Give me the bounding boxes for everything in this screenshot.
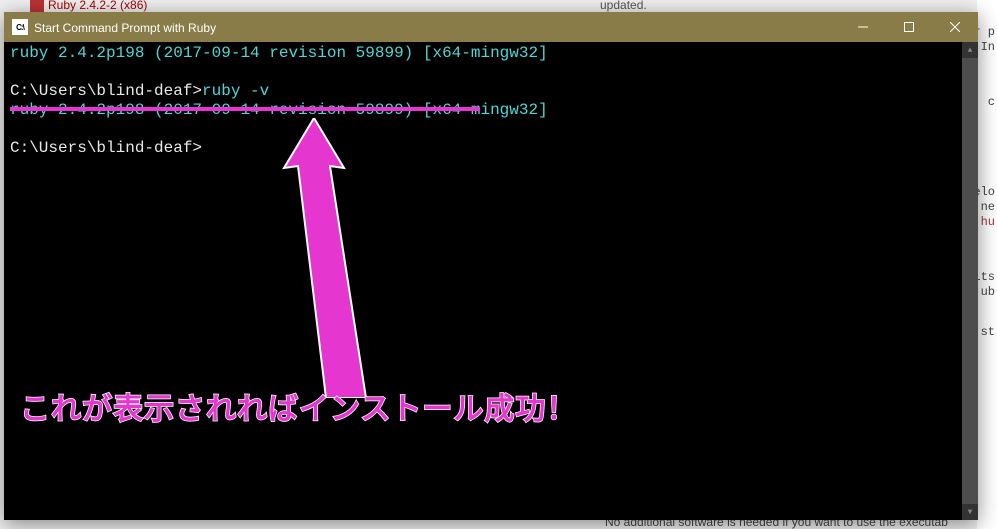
minimize-button[interactable] xyxy=(840,12,886,42)
terminal-prompt: C:\Users\blind-deaf> xyxy=(10,139,202,157)
bg-frag: elo xyxy=(977,185,995,199)
annotation-underline xyxy=(10,107,480,111)
background-updated-text: updated. xyxy=(600,0,647,12)
bg-frag: hu xyxy=(981,215,995,229)
window-controls xyxy=(840,12,978,42)
bg-frag: its xyxy=(977,270,995,284)
terminal-output-line: ruby 2.4.2p198 (2017-09-14 revision 5989… xyxy=(10,44,548,62)
bg-frag: r p xyxy=(977,25,995,39)
bg-frag: ub xyxy=(981,285,995,299)
maximize-button[interactable] xyxy=(886,12,932,42)
scrollbar[interactable]: ▲ ▼ xyxy=(962,42,978,520)
bg-frag: ne xyxy=(981,200,995,214)
annotation-callout-text: これが表示されればインストール成功！ xyxy=(20,400,577,419)
cmd-icon: C:\ xyxy=(12,19,28,35)
terminal-command: ruby -v xyxy=(202,82,269,100)
bg-frag: c xyxy=(988,95,995,109)
tab-label: Ruby 2.4.2-2 (x86) xyxy=(48,0,147,12)
bg-frag: In xyxy=(981,40,995,54)
scroll-up-button[interactable]: ▲ xyxy=(962,42,978,58)
close-button[interactable] xyxy=(932,12,978,42)
terminal-content[interactable]: ruby 2.4.2p198 (2017-09-14 revision 5989… xyxy=(4,42,962,520)
annotation-arrow xyxy=(266,118,386,398)
window-title: Start Command Prompt with Ruby xyxy=(34,20,840,35)
background-tab: Ruby 2.4.2-2 (x86) xyxy=(30,0,147,13)
terminal-prompt: C:\Users\blind-deaf> xyxy=(10,82,202,100)
terminal-body[interactable]: ruby 2.4.2p198 (2017-09-14 revision 5989… xyxy=(4,42,978,520)
scroll-thumb[interactable] xyxy=(962,58,978,518)
scroll-down-button[interactable]: ▼ xyxy=(962,504,978,520)
background-page-fragment: r p In c elo ne hu its ub st xyxy=(977,0,997,529)
command-prompt-window: C:\ Start Command Prompt with Ruby ruby … xyxy=(4,12,978,520)
titlebar[interactable]: C:\ Start Command Prompt with Ruby xyxy=(4,12,978,42)
ruby-icon xyxy=(30,0,44,13)
bg-frag: st xyxy=(981,325,995,339)
